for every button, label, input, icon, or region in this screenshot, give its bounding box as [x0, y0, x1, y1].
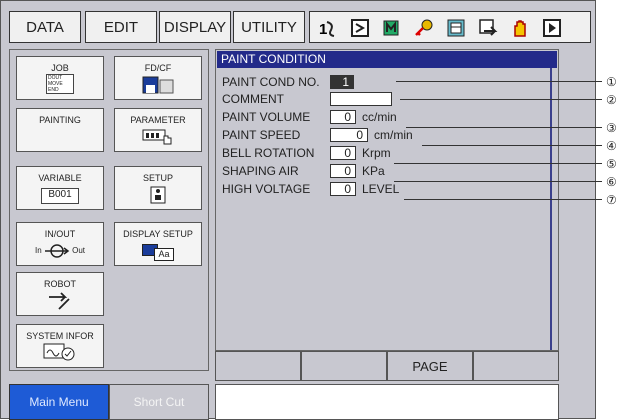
svg-text:1: 1 — [319, 21, 327, 38]
callout-leader-2 — [400, 99, 602, 100]
system-info-menu-button[interactable]: SYSTEM INFOR — [16, 324, 104, 368]
job-sub-line: END — [48, 87, 59, 93]
callout-marker: ④ — [606, 139, 617, 153]
parameter-label: PARAMETER — [130, 115, 186, 125]
shaping-air-field[interactable]: 0 — [330, 164, 356, 178]
setup-label: SETUP — [142, 173, 173, 183]
paint-cond-no-label: PAINT COND NO. — [222, 75, 320, 89]
high-voltage-unit: LEVEL — [362, 182, 400, 196]
callout-leader-6 — [394, 181, 602, 182]
calendar-icon[interactable] — [446, 18, 466, 38]
parameter-icon — [142, 129, 172, 145]
paint-volume-label: PAINT VOLUME — [222, 110, 311, 124]
play-icon[interactable] — [542, 18, 562, 38]
display-icon[interactable] — [478, 18, 498, 38]
callout-leader-5 — [394, 163, 602, 164]
message-area — [215, 384, 559, 420]
painting-label: PAINTING — [39, 115, 81, 125]
robot-arm-icon — [49, 292, 70, 310]
paint-volume-field[interactable]: 0 — [330, 110, 356, 124]
job-menu-button[interactable]: JOB DOUT MOVE END — [16, 56, 104, 100]
top-menu-bar: DATA EDIT DISPLAY UTILITY 1 — [9, 11, 591, 43]
display-setup-icon: Aa — [140, 242, 176, 261]
variable-value: B001 — [41, 188, 79, 204]
setup-menu-button[interactable]: SETUP — [114, 166, 202, 210]
inout-menu-button[interactable]: IN/OUT In Out — [16, 222, 104, 266]
parameter-menu-button[interactable]: PARAMETER — [114, 108, 202, 152]
painting-menu-button[interactable]: PAINTING — [16, 108, 104, 152]
panel-title: PAINT CONDITION — [217, 51, 557, 68]
system-info-icon — [43, 343, 75, 361]
frame-icon[interactable] — [350, 18, 370, 38]
callout-marker: ③ — [606, 121, 617, 135]
paint-speed-field[interactable]: 0 — [330, 128, 368, 142]
main-menu-tab[interactable]: Main Menu — [9, 384, 109, 420]
comment-label: COMMENT — [222, 92, 284, 106]
callout-leader-1 — [396, 81, 602, 82]
bell-rotation-label: BELL ROTATION — [222, 146, 315, 160]
fdcf-menu-button[interactable]: FD/CF — [114, 56, 202, 100]
function-key-2[interactable] — [301, 351, 387, 381]
callout-marker: ⑤ — [606, 157, 617, 171]
job-label: JOB — [51, 63, 69, 73]
function-key-4[interactable] — [473, 351, 559, 381]
out-label: Out — [72, 246, 86, 255]
main-menu-panel: JOB DOUT MOVE END FD/CF PAINTING PARAMET… — [9, 49, 209, 371]
callout-marker: ⑦ — [606, 193, 617, 207]
fdcf-label: FD/CF — [144, 63, 172, 73]
shaping-air-label: SHAPING AIR — [222, 164, 299, 178]
edit-menu-button[interactable]: EDIT — [85, 11, 157, 43]
bell-rotation-field[interactable]: 0 — [330, 146, 356, 160]
robot-menu-button[interactable]: ROBOT — [16, 272, 104, 316]
display-setup-menu-button[interactable]: DISPLAY SETUP Aa — [114, 222, 202, 266]
callout-marker: ① — [606, 75, 617, 89]
function-key-1[interactable] — [215, 351, 301, 381]
data-menu-button[interactable]: DATA — [9, 11, 81, 43]
in-label: In — [34, 246, 42, 255]
paint-condition-panel: PAINT CONDITION PAINT COND NO. 1 COMMENT… — [215, 49, 559, 351]
bell-rotation-unit: Krpm — [362, 146, 391, 160]
callout-leader-3 — [406, 127, 602, 128]
status-icon-bar: 1 — [309, 11, 591, 43]
callout-leader-7 — [404, 199, 602, 200]
vertical-scrollbar[interactable] — [550, 68, 558, 350]
display-setup-label: DISPLAY SETUP — [123, 229, 193, 239]
high-voltage-label: HIGH VOLTAGE — [222, 182, 311, 196]
callout-leader-4 — [422, 145, 602, 146]
arrow-through-icon — [44, 244, 70, 258]
paint-volume-unit: cc/min — [362, 110, 397, 124]
callout-marker: ⑥ — [606, 175, 617, 189]
job-icon: DOUT MOVE END — [46, 74, 74, 94]
high-voltage-field[interactable]: 0 — [330, 182, 356, 196]
variable-label: VARIABLE — [38, 173, 82, 183]
display-menu-button[interactable]: DISPLAY — [159, 11, 231, 43]
variable-menu-button[interactable]: VARIABLE B001 — [16, 166, 104, 210]
robot-label: ROBOT — [43, 279, 76, 289]
tool-icon[interactable] — [382, 18, 402, 38]
paint-speed-unit: cm/min — [374, 128, 413, 142]
pendant-screen: DATA EDIT DISPLAY UTILITY 1 JOB DOUT MOV… — [0, 0, 596, 420]
font-sample: Aa — [154, 248, 174, 261]
utility-menu-button[interactable]: UTILITY — [233, 11, 305, 43]
key-icon[interactable] — [414, 18, 434, 38]
paint-cond-no-field[interactable]: 1 — [330, 75, 354, 89]
shaping-air-unit: KPa — [362, 164, 385, 178]
function-key-bar: PAGE — [215, 351, 559, 381]
hand-icon[interactable] — [510, 18, 530, 38]
page-button[interactable]: PAGE — [387, 351, 473, 381]
floppy-icon — [142, 76, 174, 94]
setup-icon — [150, 186, 166, 204]
inout-icon: In Out — [25, 242, 95, 260]
short-cut-tab[interactable]: Short Cut — [109, 384, 209, 420]
callout-marker: ② — [606, 93, 617, 107]
servo-icon[interactable]: 1 — [318, 18, 338, 38]
inout-label: IN/OUT — [44, 229, 76, 239]
paint-speed-label: PAINT SPEED — [222, 128, 301, 142]
comment-field[interactable] — [330, 92, 392, 106]
system-info-label: SYSTEM INFOR — [26, 331, 94, 341]
